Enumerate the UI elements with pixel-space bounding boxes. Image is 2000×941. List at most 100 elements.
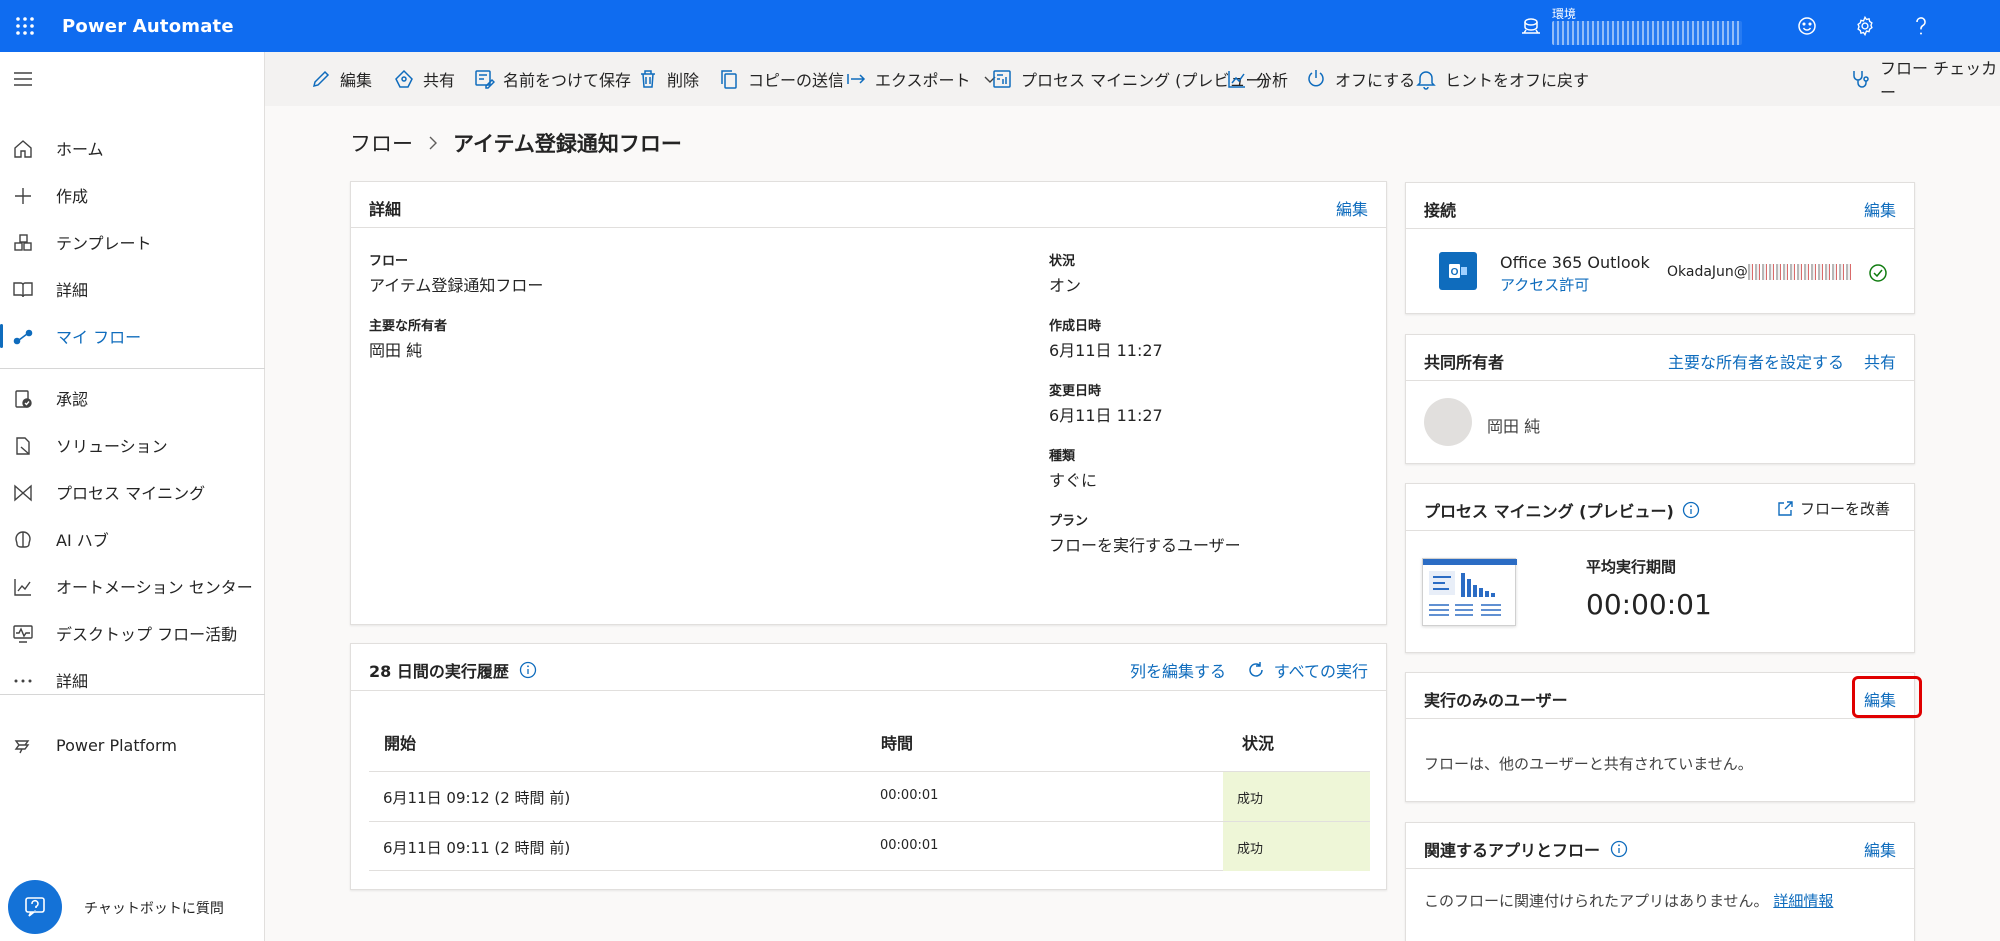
sidebar-item-label: マイ フロー: [56, 328, 142, 347]
waffle-icon[interactable]: [2, 0, 48, 52]
run-only-message: フローは、他のユーザーと共有されていません。: [1424, 755, 1753, 773]
breadcrumb-flows-link[interactable]: フロー: [350, 128, 413, 158]
all-runs-link[interactable]: すべての実行: [1246, 658, 1368, 682]
flow-name-value: アイテム登録通知フロー: [369, 276, 544, 295]
share-button[interactable]: 共有: [393, 52, 455, 106]
outlook-icon: O: [1439, 252, 1477, 290]
save-as-button[interactable]: 名前をつけて保存: [473, 52, 631, 106]
turn-off-button[interactable]: オフにする: [1305, 52, 1415, 106]
redacted-email: [1747, 264, 1853, 280]
trash-icon: [637, 68, 659, 90]
copy-icon: [718, 68, 740, 90]
connection-account: OkadaJun@: [1667, 264, 1853, 280]
approval-icon: [12, 388, 34, 410]
environment-selector[interactable]: 環境: [1520, 0, 1742, 52]
average-duration-value: 00:00:01: [1586, 588, 1712, 621]
environment-label: 環境: [1552, 7, 1577, 21]
run-start[interactable]: 6月11日 09:11 (2 時間 前): [383, 837, 570, 858]
svg-text:O: O: [1451, 267, 1459, 278]
process-mining-icon: [991, 68, 1013, 90]
sidebar-item-desktop-flow-activity[interactable]: デスクトップ フロー活動: [0, 613, 265, 653]
chat-icon: [22, 894, 48, 920]
sidebar-item-my-flows[interactable]: マイ フロー: [0, 316, 265, 356]
flow-label: フロー: [369, 254, 409, 269]
external-open-icon: [1776, 500, 1794, 518]
page-title: アイテム登録通知フロー: [453, 132, 682, 156]
improve-flow-button[interactable]: フローを改善: [1776, 498, 1890, 519]
sidebar-item-automation-center[interactable]: オートメーション センター: [0, 566, 265, 606]
card-title: 接続: [1424, 201, 1457, 220]
owner-value: 岡田 純: [369, 341, 423, 360]
set-primary-owner-link[interactable]: 主要な所有者を設定する: [1668, 349, 1844, 373]
details-edit-link[interactable]: 編集: [1336, 196, 1368, 220]
delete-button[interactable]: 削除: [637, 52, 699, 106]
info-icon[interactable]: [1610, 840, 1628, 858]
edit-columns-link[interactable]: 列を編集する: [1130, 658, 1226, 682]
smiley-icon[interactable]: [1787, 0, 1827, 52]
sidebar-item-label: テンプレート: [56, 234, 152, 253]
sidebar-item-process-mining[interactable]: プロセス マイニング: [0, 472, 265, 512]
card-header: 共同所有者 主要な所有者を設定する 共有: [1406, 335, 1914, 381]
type-value: すぐに: [1049, 471, 1098, 490]
learn-more-link[interactable]: 詳細情報: [1773, 892, 1833, 910]
help-icon[interactable]: [1901, 0, 1941, 52]
share-icon: [393, 68, 415, 90]
check-circle-icon: [1868, 263, 1888, 283]
sidebar-item-templates[interactable]: テンプレート: [0, 222, 265, 262]
card-title: 28 日間の実行履歴: [369, 658, 537, 682]
sidebar-item-create[interactable]: 作成: [0, 175, 265, 215]
coowners-share-link[interactable]: 共有: [1864, 349, 1896, 373]
pencil-icon: [310, 68, 332, 90]
sidebar-item-power-platform[interactable]: Power Platform: [0, 725, 265, 765]
gear-icon[interactable]: [1845, 0, 1885, 52]
edit-button[interactable]: 編集: [310, 52, 372, 106]
book-icon: [12, 279, 34, 301]
sidebar-item-label: 詳細: [56, 672, 89, 691]
sidebar-item-label: 承認: [56, 390, 89, 409]
analytics-button[interactable]: 分析: [1226, 52, 1288, 106]
owner-label: 主要な所有者: [369, 319, 448, 334]
environment-name-redacted: [1552, 21, 1742, 45]
sidebar: ホーム 作成 テンプレート 詳細 マイ フロー 承認 ソリューション プロセス …: [0, 52, 265, 941]
run-start[interactable]: 6月11日 09:12 (2 時間 前): [383, 787, 570, 808]
card-title: 実行のみのユーザー: [1424, 691, 1568, 710]
info-icon[interactable]: [519, 661, 537, 679]
solution-icon: [12, 435, 34, 457]
run-history-card: 28 日間の実行履歴 列を編集する すべての実行 開始 時間 状況 6月11日 …: [350, 643, 1387, 890]
sidebar-item-ai-hub[interactable]: AI ハブ: [0, 519, 265, 559]
chatbot-label[interactable]: チャットボットに質問: [84, 898, 224, 918]
sidebar-item-approvals[interactable]: 承認: [0, 378, 265, 418]
sidebar-item-home[interactable]: ホーム: [0, 128, 265, 168]
flow-checker-button[interactable]: フロー チェッカー: [1850, 52, 2000, 106]
chatbot-button[interactable]: [8, 880, 62, 934]
send-copy-button[interactable]: コピーの送信: [718, 52, 844, 106]
column-header-status[interactable]: 状況: [1242, 730, 1274, 754]
sidebar-item-label: 作成: [56, 187, 89, 206]
plus-icon: [12, 185, 34, 207]
info-icon[interactable]: [1682, 501, 1700, 519]
table-row[interactable]: 6月11日 09:11 (2 時間 前) 00:00:01 成功: [369, 821, 1370, 871]
export-menu-button[interactable]: エクスポート: [845, 52, 997, 106]
column-header-start[interactable]: 開始: [384, 730, 416, 754]
table-row[interactable]: 6月11日 09:12 (2 時間 前) 00:00:01 成功: [369, 771, 1370, 821]
status-value: オン: [1049, 276, 1082, 295]
plan-label: プラン: [1049, 514, 1089, 529]
average-duration-label: 平均実行期間: [1586, 558, 1677, 576]
chevron-right-icon: [427, 135, 439, 151]
modified-value: 6月11日 11:27: [1049, 406, 1163, 425]
card-title: 共同所有者: [1424, 353, 1505, 372]
sidebar-divider: [0, 694, 265, 695]
related-edit-link[interactable]: 編集: [1864, 837, 1896, 861]
modified-label: 変更日時: [1049, 384, 1102, 399]
sidebar-item-solutions[interactable]: ソリューション: [0, 425, 265, 465]
access-permission-link[interactable]: アクセス許可: [1500, 274, 1589, 295]
column-header-duration[interactable]: 時間: [881, 730, 913, 754]
card-title: プロセス マイニング (プレビュー): [1424, 498, 1700, 522]
app-title[interactable]: Power Automate: [62, 16, 234, 37]
connections-edit-link[interactable]: 編集: [1864, 197, 1896, 221]
sidebar-item-learn[interactable]: 詳細: [0, 269, 265, 309]
top-bar: Power Automate 環境: [0, 0, 2000, 52]
hamburger-icon[interactable]: [12, 68, 36, 92]
tips-off-button[interactable]: ヒントをオフに戻す: [1415, 52, 1589, 106]
power-icon: [1305, 68, 1327, 90]
